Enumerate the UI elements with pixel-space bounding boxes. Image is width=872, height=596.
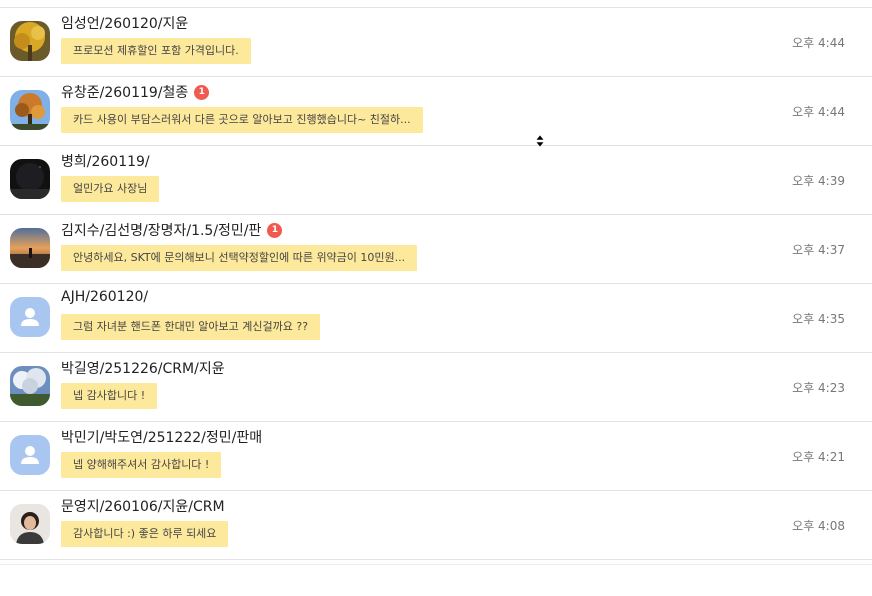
message-time: 오후 4:37 bbox=[792, 243, 845, 257]
message-preview: 넵 감사합니다 ! bbox=[61, 383, 158, 409]
chat-row[interactable]: 유창준/260119/철종 1 카드 사용이 부담스러워서 다른 곳으로 알아보고… bbox=[0, 77, 872, 146]
chat-name: 박민기/박도연/251222/정민/판매 bbox=[61, 430, 263, 446]
top-divider bbox=[0, 0, 872, 8]
default-avatar-icon bbox=[10, 435, 50, 475]
avatar bbox=[10, 159, 50, 199]
unread-badge: 1 bbox=[194, 84, 210, 100]
chat-name: 문영지/260106/지윤/CRM bbox=[61, 499, 225, 515]
message-preview: 카드 사용이 부담스러워서 다른 곳으로 알아보고 진행했습니다~ 친절하... bbox=[61, 107, 423, 133]
message-time: 오후 4:39 bbox=[792, 174, 845, 188]
avatar bbox=[10, 504, 50, 544]
chat-row[interactable]: 문영지/260106/지윤/CRM 감사합니다 :) 좋은 하루 되세요 오후 … bbox=[0, 491, 872, 560]
message-preview: 넵 양해해주셔서 감사합니다 ! bbox=[61, 452, 222, 478]
chat-name: AJH/260120/ bbox=[61, 289, 149, 305]
chat-row[interactable]: 병희/260119/ 얼민가요 사장님 오후 4:39 bbox=[0, 146, 872, 215]
bottom-divider bbox=[0, 564, 872, 565]
avatar bbox=[10, 21, 50, 61]
chat-name: 임성언/260120/지윤 bbox=[61, 16, 189, 32]
message-time: 오후 4:21 bbox=[792, 450, 845, 464]
avatar bbox=[10, 366, 50, 406]
message-preview: 안녕하세요, SKT에 문의해보니 선택약정할인에 따른 위약금이 10민원..… bbox=[61, 245, 418, 271]
message-time: 오후 4:35 bbox=[792, 312, 845, 326]
message-preview: 얼민가요 사장님 bbox=[61, 176, 160, 202]
unread-badge: 1 bbox=[267, 222, 283, 238]
chat-name: 김지수/김선명/장명자/1.5/정민/판 1 bbox=[61, 220, 283, 240]
chat-row[interactable]: 박민기/박도연/251222/정민/판매 넵 양해해주셔서 감사합니다 ! 오후… bbox=[0, 422, 872, 491]
chat-list: 임성언/260120/지윤 프로모션 제휴할인 포함 가격입니다. 오후 4:4… bbox=[0, 0, 872, 560]
message-time: 오후 4:44 bbox=[792, 36, 845, 50]
message-preview: 그럼 자녀분 핸드폰 한대민 알아보고 계신걸까요 ?? bbox=[61, 314, 321, 340]
message-preview: 감사합니다 :) 좋은 하루 되세요 bbox=[61, 521, 229, 547]
message-preview: 프로모션 제휴할인 포함 가격입니다. bbox=[61, 38, 251, 64]
chat-name: 유창준/260119/철종 1 bbox=[61, 82, 210, 102]
chat-name: 병희/260119/ bbox=[61, 154, 150, 170]
avatar bbox=[10, 228, 50, 268]
default-avatar-icon bbox=[10, 297, 50, 337]
resize-cursor-icon bbox=[535, 133, 545, 148]
message-time: 오후 4:08 bbox=[792, 519, 845, 533]
chat-row[interactable]: 박길영/251226/CRM/지윤 넵 감사합니다 ! 오후 4:23 bbox=[0, 353, 872, 422]
chat-row[interactable]: AJH/260120/ 그럼 자녀분 핸드폰 한대민 알아보고 계신걸까요 ??… bbox=[0, 284, 872, 353]
chat-row[interactable]: 임성언/260120/지윤 프로모션 제휴할인 포함 가격입니다. 오후 4:4… bbox=[0, 8, 872, 77]
chat-row[interactable]: 김지수/김선명/장명자/1.5/정민/판 1 안녕하세요, SKT에 문의해보니 … bbox=[0, 215, 872, 284]
message-time: 오후 4:44 bbox=[792, 105, 845, 119]
message-time: 오후 4:23 bbox=[792, 381, 845, 395]
chat-name: 박길영/251226/CRM/지윤 bbox=[61, 361, 225, 377]
avatar bbox=[10, 90, 50, 130]
